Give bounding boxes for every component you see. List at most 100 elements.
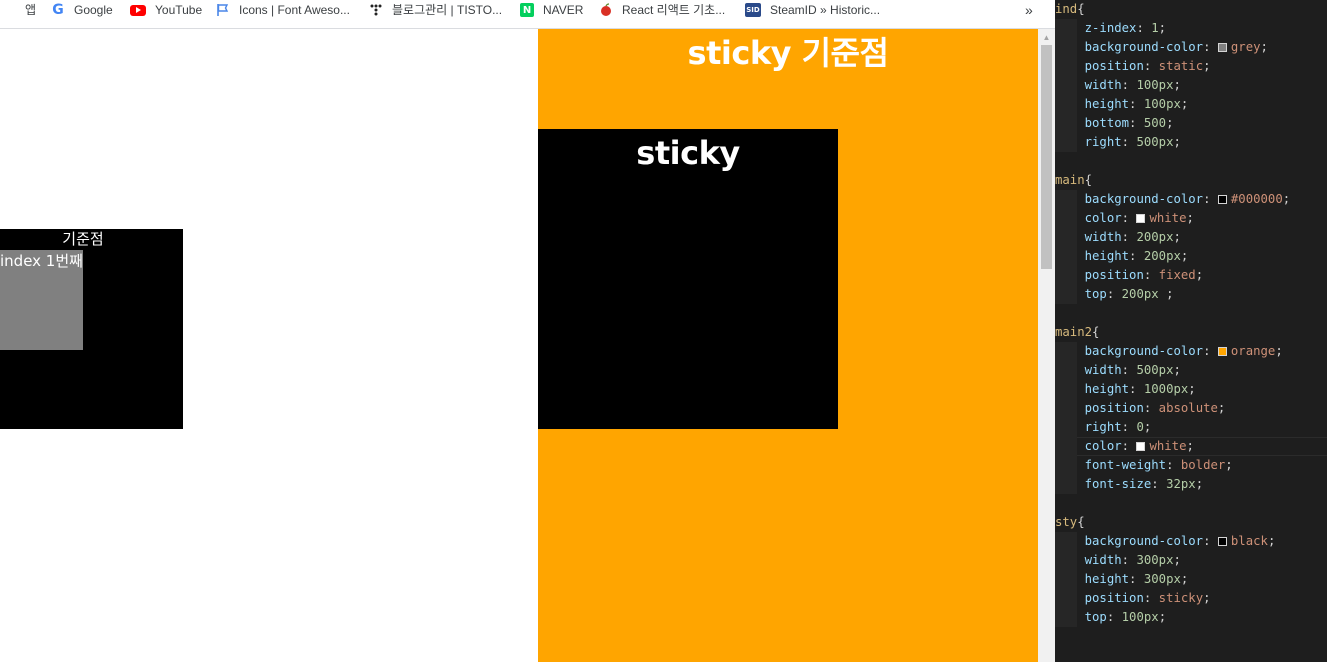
code-token: :: [1143, 59, 1159, 73]
code-token: ;: [1186, 439, 1194, 453]
color-swatch[interactable]: [1217, 537, 1227, 546]
scrollbar-thumb[interactable]: [1041, 45, 1052, 269]
code-token: width: [1084, 230, 1122, 244]
code-token: :: [1166, 458, 1181, 472]
scroll-up-arrow-icon[interactable]: ▲: [1038, 31, 1055, 43]
sticky-box: sticky: [538, 129, 838, 429]
code-token: top: [1084, 610, 1107, 624]
code-token: orange: [1230, 344, 1276, 358]
code-token: ;: [1282, 192, 1291, 206]
bookmark-tistory[interactable]: 블로그관리 | TISTO...: [366, 0, 505, 20]
color-swatch[interactable]: [1136, 214, 1146, 223]
code-token: ;: [1203, 59, 1211, 73]
bookmark-label: Icons | Font Aweso...: [239, 3, 350, 17]
code-line: top: 100px;: [1055, 608, 1166, 627]
code-token: font-size: [1084, 477, 1152, 491]
code-token: 500px: [1136, 135, 1174, 149]
flag-icon: [216, 3, 230, 17]
css-code-editor[interactable]: ind{ z-index: 1; background-color: grey;…: [1055, 0, 1327, 662]
code-token: :: [1121, 420, 1137, 434]
color-swatch[interactable]: [1217, 195, 1227, 204]
code-token: :: [1121, 135, 1137, 149]
sticky-label: sticky: [636, 134, 740, 172]
code-token: ;: [1173, 230, 1181, 244]
naver-icon: N: [520, 3, 534, 17]
code-token: position: [1084, 268, 1144, 282]
bookmark-youtube[interactable]: YouTube: [127, 0, 205, 20]
code-token: background-color: [1084, 344, 1204, 358]
page-viewport: sticky 기준점 sticky 기준점 index 1번째: [0, 29, 1038, 662]
bookmark-react[interactable]: React 리액트 기초...: [596, 0, 728, 20]
code-token: ;: [1158, 610, 1167, 624]
code-line: width: 100px;: [1055, 76, 1181, 95]
main-box: 기준점 index 1번째: [0, 229, 183, 429]
code-token: :: [1129, 572, 1144, 586]
code-token: height: [1084, 249, 1130, 263]
code-token: :: [1129, 116, 1144, 130]
code-token: 500px: [1136, 363, 1174, 377]
bookmarks-bar: 앱 G Google YouTube Icons | Font Aweso...…: [0, 0, 1055, 29]
code-token: grey: [1230, 40, 1261, 54]
code-line: width: 200px;: [1055, 228, 1181, 247]
bookmark-label: 블로그관리 | TISTO...: [392, 3, 503, 17]
code-token: ;: [1158, 21, 1167, 35]
code-token: :: [1121, 230, 1137, 244]
code-token: ;: [1166, 116, 1174, 130]
bookmarks-overflow-button[interactable]: »: [1022, 0, 1036, 20]
index-label: index 1번째: [0, 252, 83, 270]
bookmark-naver[interactable]: N NAVER: [517, 0, 586, 20]
main2-box: sticky 기준점 sticky: [538, 29, 1038, 662]
bookmark-font-awesome[interactable]: Icons | Font Aweso...: [213, 0, 353, 20]
code-token: 1000px: [1143, 382, 1189, 396]
code-token: bottom: [1084, 116, 1130, 130]
code-token: color: [1084, 439, 1122, 453]
bookmark-steamid[interactable]: SID SteamID » Historic...: [742, 0, 883, 20]
color-swatch[interactable]: [1136, 442, 1146, 451]
code-token: ;: [1186, 211, 1194, 225]
bookmark-google[interactable]: G Google: [48, 0, 116, 20]
code-token: ;: [1173, 135, 1181, 149]
bookmark-apps[interactable]: 앱: [0, 0, 39, 20]
code-token: ;: [1195, 268, 1204, 282]
code-token: {: [1092, 325, 1100, 339]
code-token: width: [1084, 363, 1122, 377]
bookmark-label: 앱: [25, 3, 37, 17]
code-token: main2: [1055, 325, 1093, 339]
code-token: {: [1084, 173, 1093, 187]
code-line: position: fixed;: [1055, 266, 1203, 285]
code-token: height: [1084, 382, 1130, 396]
code-line: color: white;: [1055, 437, 1194, 456]
code-token: sty: [1055, 515, 1078, 529]
code-token: 100px: [1136, 78, 1174, 92]
vertical-scrollbar[interactable]: ▲: [1038, 29, 1055, 662]
code-line: position: sticky;: [1055, 589, 1211, 608]
code-token: ;: [1180, 572, 1189, 586]
overflow-chevron-icon: »: [1025, 2, 1033, 18]
color-swatch[interactable]: [1217, 43, 1227, 52]
bookmark-label: YouTube: [155, 3, 203, 17]
color-swatch[interactable]: [1217, 347, 1227, 356]
code-token: :: [1129, 382, 1144, 396]
code-line: font-size: 32px;: [1055, 475, 1203, 494]
bookmark-label: NAVER: [543, 3, 584, 17]
code-token: ;: [1173, 363, 1181, 377]
bookmark-label: React 리액트 기초...: [622, 3, 726, 17]
code-token: :: [1143, 591, 1159, 605]
code-line: height: 200px;: [1055, 247, 1189, 266]
code-line: main{: [1055, 171, 1092, 190]
bookmark-label: Google: [74, 3, 113, 17]
code-token: right: [1084, 135, 1122, 149]
code-line: sty{: [1055, 513, 1085, 532]
code-token: 500: [1143, 116, 1167, 130]
code-token: sticky: [1158, 591, 1204, 605]
code-token: z-index: [1084, 21, 1137, 35]
